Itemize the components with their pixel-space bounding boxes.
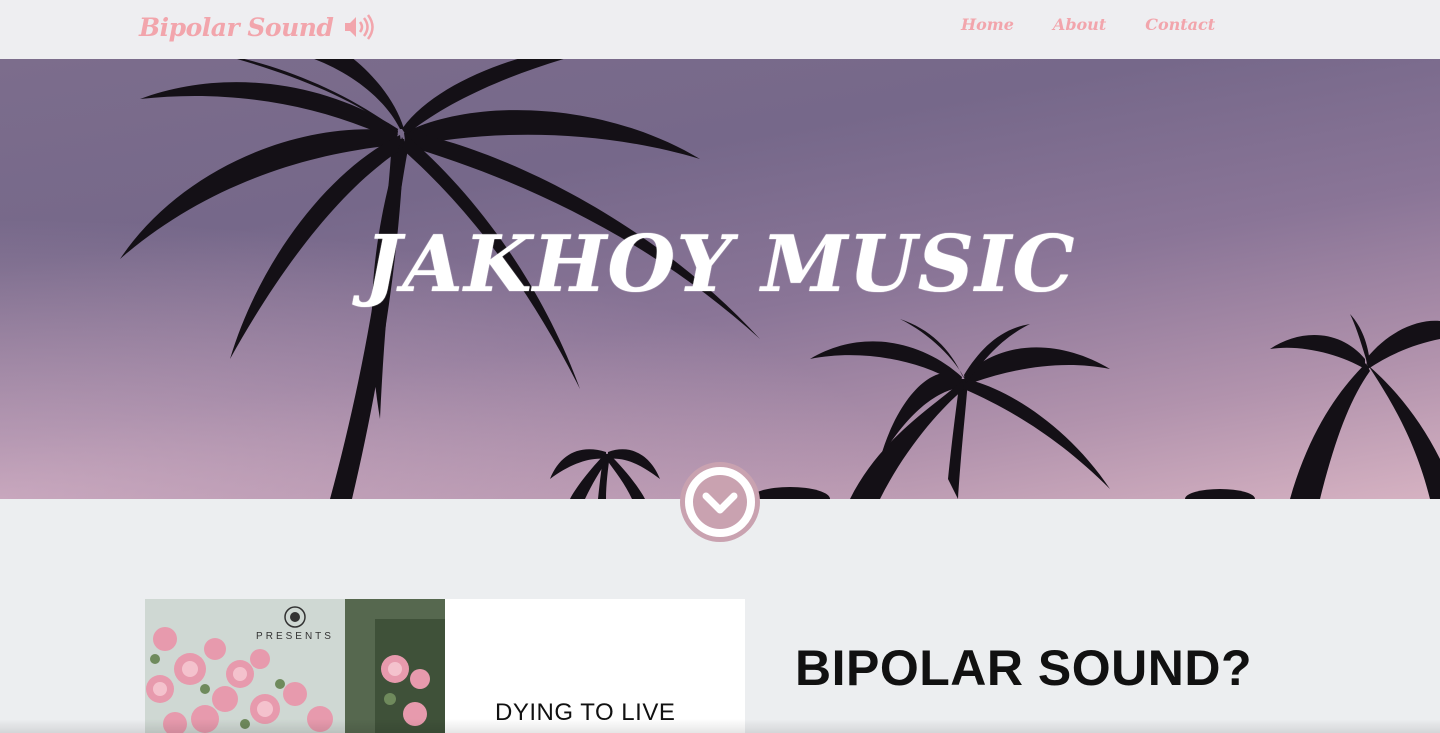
brand-logo[interactable]: Bipolar Sound [139,10,375,44]
album-cover-image: PRESENTS [145,599,445,733]
album-info: DYING TO LIVE [445,599,745,733]
about-heading: BIPOLAR SOUND? [795,640,1252,696]
chevron-down-icon [693,475,747,529]
nav-home-link[interactable]: Home [961,15,1014,34]
speaker-volume-icon [345,14,375,40]
record-label-logo [284,606,306,628]
brand-name: Bipolar Sound [139,12,334,42]
hero-title: JAKHOY MUSIC [364,219,1076,310]
album-card[interactable]: PRESENTS DYING TO LIVE [145,599,745,733]
hero-banner: JAKHOY MUSIC [0,59,1440,499]
bottom-shadow [0,719,1440,733]
nav-contact-link[interactable]: Contact [1145,15,1215,34]
scroll-down-button[interactable] [680,462,760,542]
presents-label: PRESENTS [256,631,334,642]
nav-about-link[interactable]: About [1053,15,1106,34]
nav-links: Home About Contact [961,15,1254,34]
navbar: Bipolar Sound Home About Contact [0,0,1440,59]
